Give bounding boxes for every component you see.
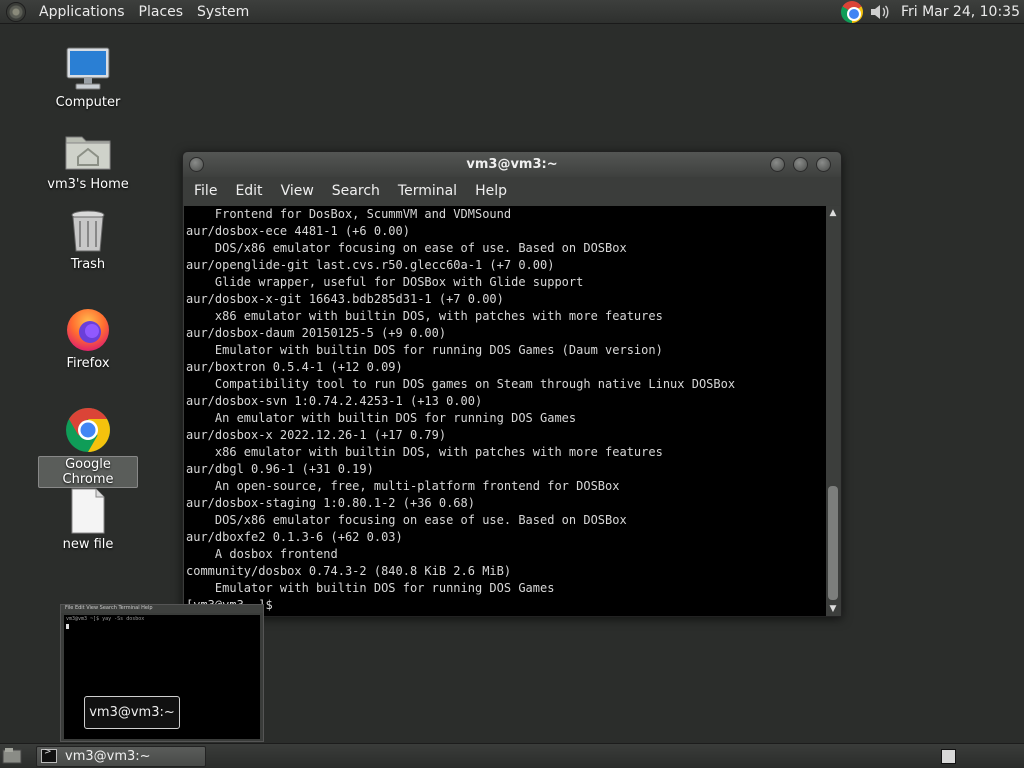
taskbar-button-terminal[interactable]: vm3@vm3:~ — [36, 745, 206, 767]
preview-first-line: vm3@vm3 ~]$ yay -Ss dosbox — [66, 616, 145, 622]
bottom-panel: vm3@vm3:~ — [0, 743, 1024, 768]
terminal-line: community/dosbox 0.74.3-2 (840.8 KiB 2.6… — [186, 564, 512, 578]
computer-icon — [64, 45, 112, 93]
terminal-line: aur/boxtron 0.5.4-1 (+12 0.09) — [186, 360, 403, 374]
terminal-line: aur/dosbox-svn 1:0.74.2.4253-1 (+13 0.00… — [186, 394, 483, 408]
chrome-icon — [64, 406, 112, 454]
scroll-up-arrow-icon[interactable]: ▲ — [826, 206, 840, 220]
close-button[interactable] — [816, 157, 831, 172]
terminal-menubar: File Edit View Search Terminal Help — [183, 177, 841, 205]
terminal-line: x86 emulator with builtin DOS, with patc… — [186, 445, 663, 459]
terminal-line: Emulator with builtin DOS for running DO… — [186, 343, 663, 357]
terminal-line: Frontend for DosBox, ScummVM and VDMSoun… — [186, 207, 512, 221]
menu-applications[interactable]: Applications — [32, 4, 132, 20]
preview-tooltip: vm3@vm3:~ — [84, 696, 180, 729]
menu-places[interactable]: Places — [132, 4, 191, 20]
terminal-line: aur/dboxfe2 0.1.3-6 (+62 0.03) — [186, 530, 403, 544]
window-title: vm3@vm3:~ — [466, 157, 558, 172]
desktop-icon-computer[interactable]: Computer — [38, 45, 138, 110]
trash-icon — [64, 207, 112, 255]
distro-logo-icon[interactable] — [6, 1, 26, 22]
clock[interactable]: Fri Mar 24, 10:35 — [901, 4, 1024, 20]
terminal-output[interactable]: Frontend for DosBox, ScummVM and VDMSoun… — [184, 206, 826, 616]
menu-search[interactable]: Search — [323, 183, 389, 199]
menu-help[interactable]: Help — [466, 183, 516, 199]
desktop-icon-firefox[interactable]: Firefox — [38, 306, 138, 371]
chrome-launcher-icon[interactable] — [840, 0, 863, 23]
preview-menubar: File Edit View Search Terminal Help — [61, 605, 263, 613]
desktop-icon-trash[interactable]: Trash — [38, 207, 138, 272]
desktop-icon-label: Firefox — [66, 356, 110, 371]
terminal-window[interactable]: vm3@vm3:~ File Edit View Search Terminal… — [182, 151, 842, 617]
terminal-line: Compatibility tool to run DOS games on S… — [186, 377, 736, 391]
terminal-line: aur/dosbox-staging 1:0.80.1-2 (+36 0.68) — [186, 496, 475, 510]
terminal-line: An emulator with builtin DOS for running… — [186, 411, 577, 425]
maximize-button[interactable] — [793, 157, 808, 172]
desktop-icon-home[interactable]: vm3's Home — [38, 127, 138, 192]
menu-terminal[interactable]: Terminal — [389, 183, 466, 199]
terminal-line: An open-source, free, multi-platform fro… — [186, 479, 620, 493]
home-folder-icon — [64, 127, 112, 175]
window-menu-icon[interactable] — [189, 157, 204, 172]
terminal-line: aur/dbgl 0.96-1 (+31 0.19) — [186, 462, 374, 476]
terminal-line: aur/openglide-git last.cvs.r50.glecc60a-… — [186, 258, 555, 272]
desktop-icon-label: Google Chrome — [38, 456, 138, 488]
terminal-icon — [41, 747, 57, 763]
minimize-button[interactable] — [770, 157, 785, 172]
terminal-line: aur/dosbox-x-git 16643.bdb285d31-1 (+7 0… — [186, 292, 504, 306]
firefox-icon — [64, 306, 112, 354]
terminal-line: aur/dosbox-ece 4481-1 (+6 0.00) — [186, 224, 410, 238]
system-tray: Fri Mar 24, 10:35 — [840, 0, 1024, 24]
terminal-line: Glide wrapper, useful for DOSBox with Gl… — [186, 275, 584, 289]
desktop-icon-label: vm3's Home — [47, 177, 129, 192]
menu-edit[interactable]: Edit — [226, 183, 271, 199]
file-icon — [64, 487, 112, 535]
taskbar-button-label: vm3@vm3:~ — [65, 748, 151, 764]
desktop-icon-chrome[interactable]: Google Chrome — [38, 406, 138, 488]
terminal-line: x86 emulator with builtin DOS, with patc… — [186, 309, 663, 323]
terminal-line: aur/dosbox-x 2022.12.26-1 (+17 0.79) — [186, 428, 447, 442]
scroll-down-arrow-icon[interactable]: ▼ — [826, 602, 840, 616]
show-desktop-icon[interactable] — [2, 747, 24, 765]
menu-system[interactable]: System — [190, 4, 256, 20]
terminal-line: DOS/x86 emulator focusing on ease of use… — [186, 513, 627, 527]
preview-cursor — [66, 624, 69, 629]
scrollbar-thumb[interactable] — [828, 486, 838, 600]
desktop-icon-label: new file — [62, 537, 114, 552]
top-panel: Applications Places System Fri Mar 24, 1… — [0, 0, 1024, 24]
terminal-line: aur/dosbox-daum 20150125-5 (+9 0.00) — [186, 326, 447, 340]
desktop-icon-label: Computer — [55, 95, 121, 110]
terminal-line: Emulator with builtin DOS for running DO… — [186, 581, 555, 595]
volume-icon[interactable] — [869, 2, 891, 22]
menu-view[interactable]: View — [272, 183, 323, 199]
desktop-icon-new-file[interactable]: new file — [38, 487, 138, 552]
terminal-scrollbar[interactable]: ▲ ▼ — [826, 206, 840, 616]
menu-file[interactable]: File — [185, 183, 226, 199]
terminal-line: DOS/x86 emulator focusing on ease of use… — [186, 241, 627, 255]
window-titlebar[interactable]: vm3@vm3:~ — [183, 152, 841, 177]
desktop-icon-label: Trash — [70, 257, 106, 272]
terminal-line: [vm3@vm3 ~]$ — [186, 597, 826, 614]
terminal-line: A dosbox frontend — [186, 547, 338, 561]
workspace-switcher[interactable] — [941, 748, 956, 764]
window-preview-thumbnail[interactable]: File Edit View Search Terminal Help vm3@… — [60, 604, 264, 742]
